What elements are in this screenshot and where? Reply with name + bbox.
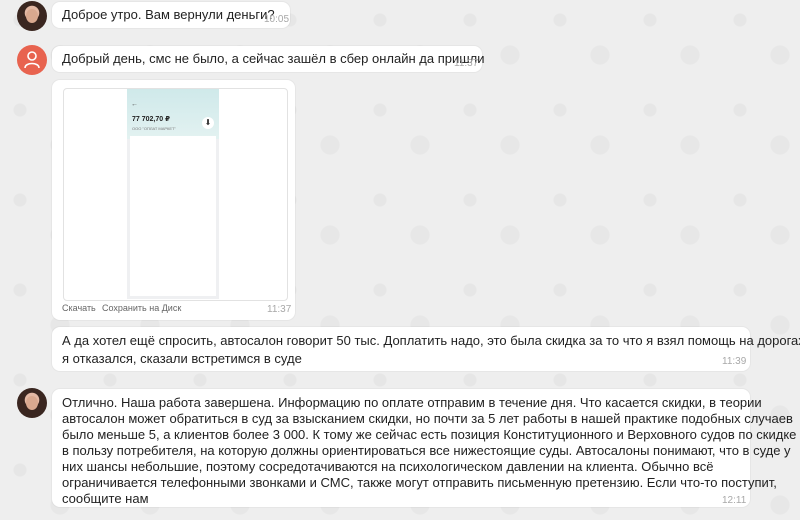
message-time: 11:39 [722,356,747,367]
operator-avatar[interactable] [17,388,47,418]
message-bubble: Отлично. Наша работа завершена. Информац… [52,389,796,507]
message-time: 12:11 [722,495,747,506]
payment-screenshot: ← 77 702,70 ₽ ООО "ОПЛАТ МАРКЕТ" ⬇ [127,89,219,299]
message-text-line: сообщите нам [62,491,149,506]
message-text: Доброе утро. Вам вернули деньги? [62,7,275,22]
message-text: Добрый день, смс не было, а сейчас зашёл… [62,51,485,66]
payment-recipient: ООО "ОПЛАТ МАРКЕТ" [132,126,176,131]
message-bubble: А да хотел ещё спросить, автосалон говор… [52,327,800,371]
payment-amount: 77 702,70 ₽ [132,116,170,123]
message-text-line: А да хотел ещё спросить, автосалон говор… [62,333,800,348]
message-time: 11:37 [267,304,292,315]
user-silhouette-icon [24,51,40,69]
phone-header [127,89,219,139]
message-bubble: Добрый день, смс не было, а сейчас зашёл… [52,46,485,72]
image-attachment[interactable]: ← 77 702,70 ₽ ООО "ОПЛАТ МАРКЕТ" ⬇ [63,88,288,301]
save-to-disk-link[interactable]: Сохранить на Диск [102,303,181,313]
client-avatar[interactable] [17,45,47,75]
message-bubble: Доброе утро. Вам вернули деньги? 10:05 [52,2,290,28]
download-arrow-icon: ⬇ [202,117,214,129]
message-text-line: ограничивается телефонными звонками и СМ… [62,475,777,490]
message-time: 11:37 [454,58,479,69]
operator-avatar[interactable] [17,1,47,31]
phone-content-area [130,136,216,296]
message-text-line: я отказался, сказали встретимся в суде [62,351,302,366]
download-link[interactable]: Скачать [62,303,96,313]
message-time: 10:05 [264,14,290,25]
back-arrow-icon: ← [131,101,138,108]
